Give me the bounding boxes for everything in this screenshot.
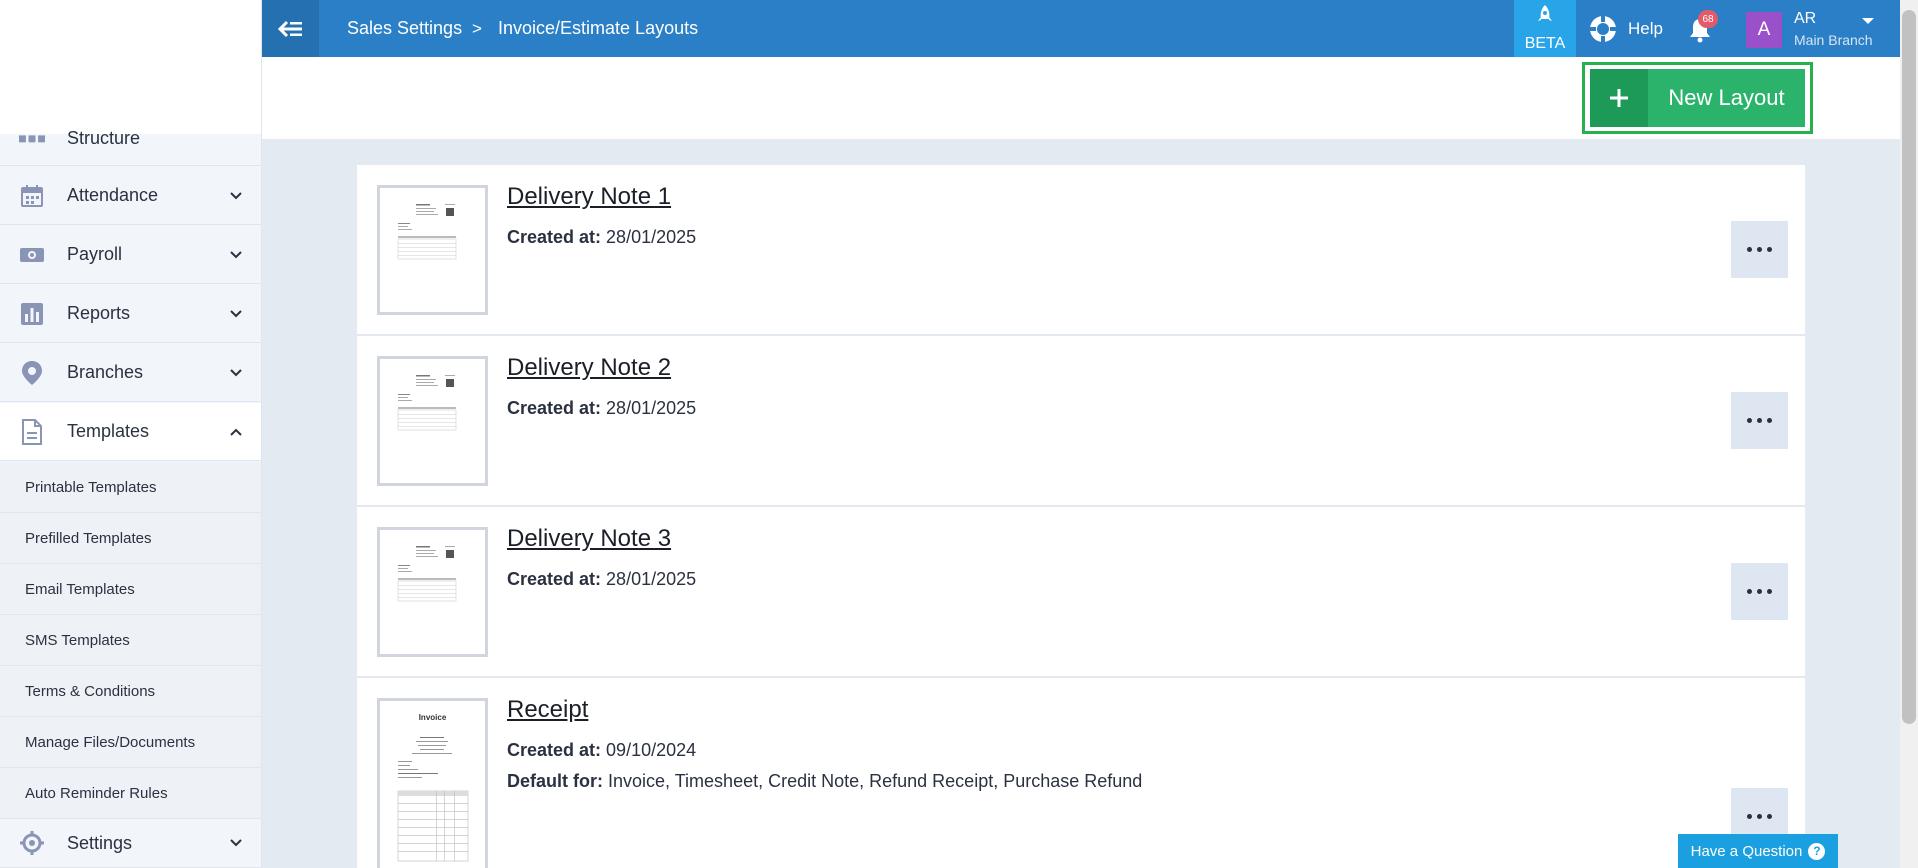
gear-icon — [19, 830, 45, 856]
avatar[interactable]: A — [1746, 12, 1782, 48]
sidebar-item-label: Reports — [67, 303, 131, 323]
layout-thumbnail[interactable]: Invoice — [377, 698, 488, 868]
bar-chart-icon — [19, 301, 45, 327]
sidebar-item-attendance[interactable]: Attendance — [0, 167, 261, 225]
breadcrumb-current: Invoice/Estimate Layouts — [498, 18, 699, 38]
plus-icon — [1590, 69, 1648, 127]
more-options-button[interactable] — [1731, 221, 1788, 278]
top-navbar: Sales Settings > Invoice/Estimate Layout… — [262, 0, 1900, 57]
sidebar-item-label: Attendance — [67, 185, 159, 205]
created-label: Created at: — [507, 740, 602, 760]
caret-down-icon[interactable] — [1862, 18, 1874, 24]
back-arrow-icon — [277, 20, 302, 37]
layout-card: Delivery Note 1 Created at: 28/01/2025 — [357, 165, 1805, 335]
chevron-down-icon — [226, 839, 246, 847]
chevron-down-icon — [226, 191, 246, 200]
new-layout-button[interactable]: New Layout — [1590, 69, 1805, 127]
submenu-item-terms-conditions[interactable]: Terms & Conditions — [0, 666, 261, 717]
beta-button[interactable]: BETA — [1514, 0, 1576, 57]
layout-thumbnail[interactable] — [377, 185, 488, 315]
document-preview-icon — [397, 546, 457, 602]
layout-thumbnail[interactable] — [377, 356, 488, 486]
layout-created-date: Created at: 09/10/2024 — [507, 740, 696, 761]
submenu-item-auto-reminder-rules[interactable]: Auto Reminder Rules — [0, 768, 261, 819]
sidebar-item-templates[interactable]: Templates — [0, 403, 261, 461]
sidebar-item-label: Branches — [67, 362, 144, 382]
beta-label: BETA — [1524, 35, 1566, 52]
map-pin-icon — [19, 360, 45, 386]
sidebar-item-label: Settings — [67, 832, 133, 853]
layout-thumbnail[interactable] — [377, 527, 488, 657]
calendar-icon — [19, 183, 45, 209]
sidebar: Structure Attendance Payroll Reports Bra… — [0, 0, 262, 868]
layout-card: Invoice Receipt Created at: 09/10/2024 D… — [357, 678, 1805, 868]
sidebar-item-settings[interactable]: Settings — [0, 819, 261, 868]
layout-title[interactable]: Delivery Note 2 — [507, 354, 671, 382]
sidebar-item-payroll[interactable]: Payroll — [0, 226, 261, 284]
ellipsis-icon — [1747, 589, 1752, 594]
chevron-down-icon — [226, 250, 246, 259]
document-icon — [19, 418, 45, 445]
back-button[interactable] — [262, 0, 319, 57]
created-value: 28/01/2025 — [606, 569, 697, 589]
submenu-item-email-templates[interactable]: Email Templates — [0, 564, 261, 615]
layout-created-date: Created at: 28/01/2025 — [507, 398, 696, 419]
sidebar-item-label: Payroll — [67, 244, 123, 264]
default-label: Default for: — [507, 771, 603, 791]
chevron-up-icon — [226, 428, 246, 436]
user-branch: Main Branch — [1794, 32, 1873, 48]
sidebar-item-label: Templates — [67, 421, 150, 441]
created-value: 09/10/2024 — [606, 740, 697, 760]
structure-icon — [19, 125, 45, 151]
help-button[interactable]: Help — [1588, 0, 1663, 57]
layout-title[interactable]: Delivery Note 3 — [507, 525, 671, 553]
layout-title[interactable]: Delivery Note 1 — [507, 183, 671, 211]
sidebar-item-structure[interactable]: Structure — [0, 111, 261, 166]
created-label: Created at: — [507, 569, 602, 589]
scrollbar-thumb[interactable] — [1902, 10, 1916, 724]
rocket-icon — [1538, 5, 1552, 21]
chevron-down-icon — [226, 368, 246, 377]
submenu-item-printable-templates[interactable]: Printable Templates — [0, 462, 261, 513]
help-label: Help — [1628, 18, 1663, 38]
lifebuoy-icon — [1590, 15, 1616, 42]
ellipsis-icon — [1747, 247, 1752, 252]
more-options-button[interactable] — [1731, 392, 1788, 449]
have-a-question-label: Have a Question — [1690, 842, 1803, 860]
money-icon — [19, 242, 45, 268]
user-name[interactable]: AR — [1794, 10, 1816, 28]
have-a-question-button[interactable]: Have a Question ? — [1678, 834, 1838, 868]
layout-title[interactable]: Receipt — [507, 696, 588, 724]
layout-card: Delivery Note 2 Created at: 28/01/2025 — [357, 336, 1805, 506]
document-preview-icon — [397, 375, 457, 431]
chevron-down-icon — [226, 309, 246, 318]
thumbnail-heading: Invoice — [418, 713, 447, 722]
created-label: Created at: — [507, 398, 602, 418]
default-value: Invoice, Timesheet, Credit Note, Refund … — [608, 771, 1143, 791]
submenu-item-manage-files[interactable]: Manage Files/Documents — [0, 717, 261, 768]
submenu-item-sms-templates[interactable]: SMS Templates — [0, 615, 261, 666]
layout-default-for: Default for: Invoice, Timesheet, Credit … — [507, 771, 1142, 792]
ellipsis-icon — [1747, 418, 1752, 423]
sidebar-item-label: Structure — [67, 127, 141, 148]
created-value: 28/01/2025 — [606, 398, 697, 418]
new-layout-label: New Layout — [1668, 85, 1785, 110]
document-preview-icon — [397, 737, 469, 862]
more-options-button[interactable] — [1731, 563, 1788, 620]
ellipsis-icon — [1747, 814, 1752, 819]
layout-card: Delivery Note 3 Created at: 28/01/2025 — [357, 507, 1805, 677]
document-preview-icon — [397, 204, 457, 260]
submenu-item-prefilled-templates[interactable]: Prefilled Templates — [0, 513, 261, 564]
layout-created-date: Created at: 28/01/2025 — [507, 227, 696, 248]
layout-created-date: Created at: 28/01/2025 — [507, 569, 696, 590]
sidebar-item-reports[interactable]: Reports — [0, 285, 261, 343]
created-label: Created at: — [507, 227, 602, 247]
breadcrumb-separator: > — [472, 18, 482, 38]
breadcrumb-sales-settings[interactable]: Sales Settings — [347, 0, 462, 57]
created-value: 28/01/2025 — [606, 227, 697, 247]
sidebar-item-branches[interactable]: Branches — [0, 344, 261, 402]
notification-badge: 68 — [1698, 10, 1718, 28]
question-icon: ? — [1808, 842, 1826, 860]
